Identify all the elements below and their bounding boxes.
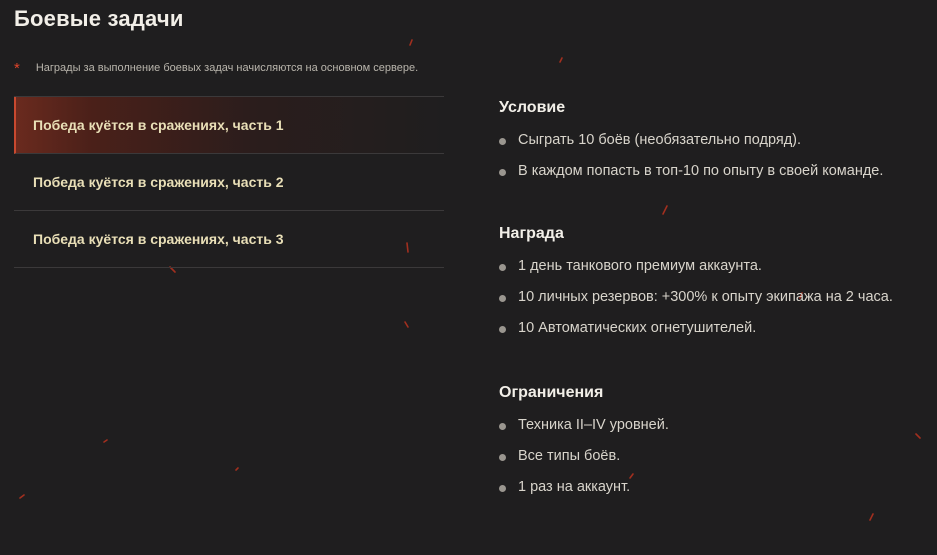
restrictions-list: Техника II–IV уровней. Все типы боёв. 1 … bbox=[499, 413, 937, 499]
reward-item: 10 Автоматических огнетушителей. bbox=[499, 316, 937, 340]
server-note-text: Награды за выполнение боевых задач начис… bbox=[35, 61, 419, 74]
reward-title: Награда bbox=[499, 225, 564, 242]
restriction-item: Все типы боёв. bbox=[499, 444, 937, 468]
quest-item-part-3[interactable]: Победа куётся в сражениях, часть 3 bbox=[14, 211, 444, 268]
condition-list: Сыграть 10 боёв (необязательно подряд). … bbox=[499, 128, 937, 183]
quest-item-part-1[interactable]: Победа куётся в сражениях, часть 1 bbox=[14, 97, 444, 154]
restriction-item: 1 раз на аккаунт. bbox=[499, 475, 937, 499]
reward-item: 10 личных резервов: +300% к опыту экипаж… bbox=[499, 285, 908, 309]
condition-title: Условие bbox=[499, 99, 566, 116]
condition-item: В каждом попасть в топ-10 по опыту в сво… bbox=[499, 159, 937, 183]
asterisk-icon: * bbox=[14, 60, 20, 77]
reward-list: 1 день танкового премиум аккаунта. 10 ли… bbox=[499, 254, 937, 340]
reward-item: 1 день танкового премиум аккаунта. bbox=[499, 254, 937, 278]
quest-details: Условие Сыграть 10 боёв (необязательно п… bbox=[499, 96, 937, 499]
quest-list: Победа куётся в сражениях, часть 1 Побед… bbox=[14, 96, 444, 268]
server-note: * Награды за выполнение боевых задач нач… bbox=[14, 58, 418, 77]
condition-item: Сыграть 10 боёв (необязательно подряд). bbox=[499, 128, 937, 152]
restrictions-title: Ограничения bbox=[499, 384, 604, 401]
quest-item-part-2[interactable]: Победа куётся в сражениях, часть 2 bbox=[14, 154, 444, 211]
page-title: Боевые задачи bbox=[14, 6, 184, 31]
restriction-item: Техника II–IV уровней. bbox=[499, 413, 937, 437]
